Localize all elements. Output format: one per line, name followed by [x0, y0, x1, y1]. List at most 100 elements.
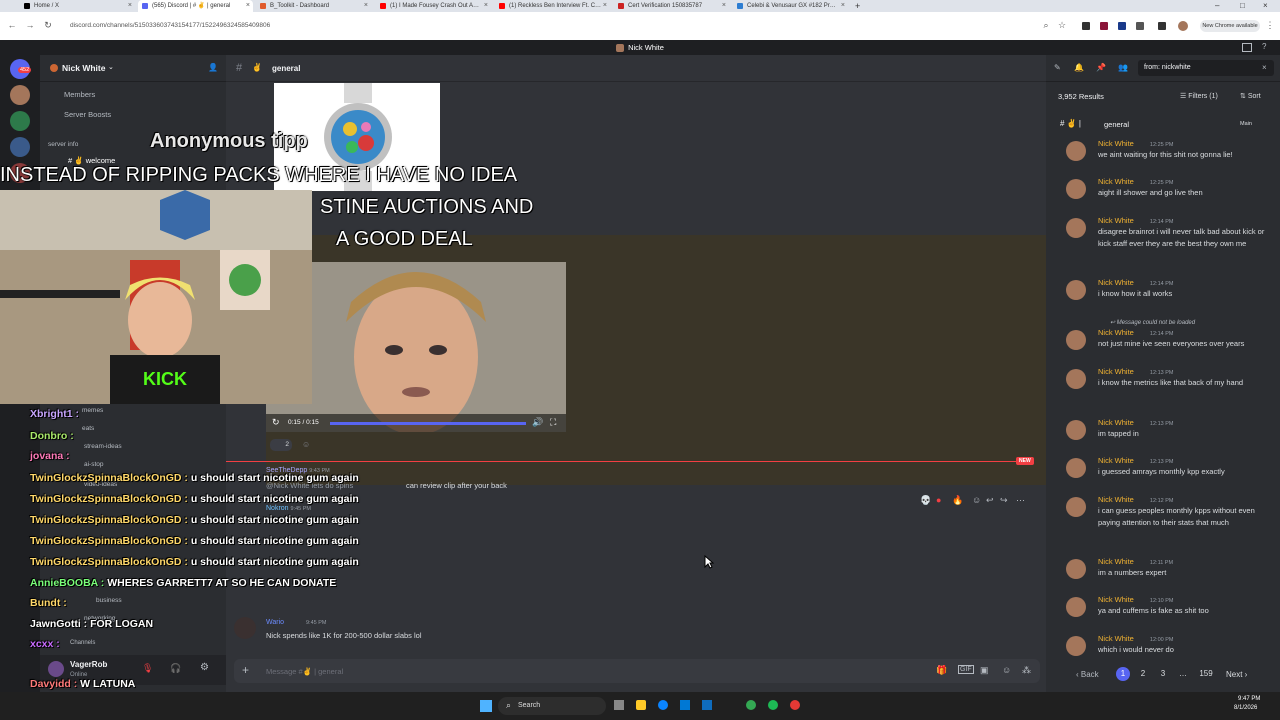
forward-icon[interactable]: ↪ [1000, 495, 1008, 506]
browser-tab[interactable]: Cert Verification 150835787 × [614, 0, 729, 12]
search-result-item[interactable]: Nick White 12:14 PM i know how it all wor… [1058, 278, 1270, 312]
sidebar-item-members[interactable]: Members [64, 90, 95, 99]
headphones-icon[interactable]: 🎧 [170, 663, 181, 674]
emoji-icon[interactable]: ☺ [1002, 665, 1011, 675]
sidebar-item-ai-stop[interactable]: ai-stop [84, 461, 104, 468]
back-arrow-icon[interactable]: ← [6, 18, 18, 32]
pagination-next[interactable]: Next › [1226, 670, 1247, 679]
browser-tab[interactable]: B_Toolkit - Dashboard × [256, 0, 371, 12]
gear-icon[interactable]: ⚙ [200, 662, 209, 673]
replay-icon[interactable]: ↻ [272, 417, 280, 428]
circle-emoji-icon[interactable]: ● [936, 495, 941, 505]
close-window-button[interactable]: × [1263, 0, 1268, 12]
avatar[interactable] [48, 661, 64, 677]
search-result-item[interactable]: Nick White 12:10 PM ya and cuffems is fak… [1058, 595, 1270, 629]
avatar[interactable] [1066, 369, 1086, 389]
edge-icon[interactable] [658, 700, 668, 710]
search-result-item[interactable]: Nick White 12:25 PM aight ill shower and … [1058, 177, 1270, 211]
skull-emoji-icon[interactable]: 💀 [920, 495, 931, 506]
browser-tab[interactable]: Celebi & Venusaur GX #182 Pr… × [733, 0, 848, 12]
extension-icon[interactable] [1118, 22, 1126, 30]
forward-arrow-icon[interactable]: → [24, 18, 36, 32]
star-icon[interactable]: ☆ [1056, 18, 1068, 32]
search-result-item[interactable]: Nick White 12:00 PM which i would never d… [1058, 634, 1270, 668]
members-icon[interactable]: 👥 [1118, 63, 1128, 72]
file-explorer-icon[interactable] [636, 700, 646, 710]
avatar[interactable] [1066, 330, 1086, 350]
avatar[interactable] [1066, 458, 1086, 478]
reply-icon[interactable]: ↩ [986, 495, 994, 506]
profile-avatar[interactable] [1178, 21, 1188, 31]
video-progress-bar[interactable] [330, 422, 526, 425]
taskbar-search-box[interactable]: ⌕ Search [498, 697, 606, 715]
browser-tab-active[interactable]: (565) Discord | # ✌ | general × [138, 0, 253, 12]
search-result-item[interactable]: Nick White 12:13 PM i know the metrics li… [1058, 367, 1270, 401]
help-icon[interactable]: ? [1262, 42, 1266, 51]
search-result-item[interactable]: Nick White 12:12 PM i can guess peoples m… [1058, 495, 1270, 529]
search-result-item[interactable]: Nick White 12:25 PM we aint waiting for t… [1058, 139, 1270, 173]
server-icon[interactable] [10, 111, 30, 131]
add-attachment-icon[interactable]: + [242, 663, 249, 677]
message-input-box[interactable]: + Message #✌ | general 🎁 GIF ▣ ☺ ⁂ [234, 659, 1040, 683]
sidebar-item-eats[interactable]: eats [82, 425, 94, 432]
avatar[interactable] [1066, 179, 1086, 199]
avatar[interactable] [1066, 597, 1086, 617]
menu-dots-icon[interactable]: ⋮ [1264, 18, 1276, 32]
sidebar-toggle-icon[interactable] [1158, 22, 1166, 30]
close-icon[interactable]: × [484, 0, 488, 12]
reload-icon[interactable]: ↻ [42, 18, 54, 32]
pagination-page[interactable]: 2 [1136, 667, 1150, 681]
add-reaction-icon[interactable]: ☺ [972, 495, 981, 505]
avatar[interactable] [1066, 141, 1086, 161]
reaction-pill[interactable]: 2 [270, 439, 292, 451]
close-icon[interactable]: × [603, 0, 607, 12]
fire-emoji-icon[interactable]: 🔥 [952, 495, 963, 506]
close-icon[interactable]: × [246, 0, 250, 12]
message-input[interactable]: Message #✌ | general [266, 667, 343, 676]
maximize-button[interactable]: □ [1240, 0, 1245, 12]
filters-button[interactable]: ☰ Filters (1) [1180, 92, 1218, 100]
search-result-item[interactable]: Nick White 12:13 PM im tapped in [1058, 418, 1270, 452]
pagination-back[interactable]: ‹ Back [1076, 670, 1099, 679]
pagination-page[interactable]: 3 [1156, 667, 1170, 681]
new-tab-button[interactable]: + [855, 0, 860, 12]
close-icon[interactable]: × [128, 0, 132, 12]
apps-icon[interactable]: ⁂ [1022, 665, 1031, 676]
chrome-icon[interactable] [746, 700, 756, 710]
bell-icon[interactable]: 🔔 [1074, 63, 1084, 72]
pagination-page[interactable]: 1 [1116, 667, 1130, 681]
avatar[interactable] [1066, 636, 1086, 656]
spotify-icon[interactable] [768, 700, 778, 710]
add-member-icon[interactable]: 👤 [208, 63, 218, 72]
url-field[interactable]: discord.com/channels/515033603743154177/… [70, 19, 1030, 33]
pin-icon[interactable]: 📌 [1096, 63, 1106, 72]
server-header[interactable]: Nick White ⌄ 👤 [40, 55, 226, 82]
gift-icon[interactable]: 🎁 [936, 665, 947, 676]
search-result-item[interactable]: Nick White 12:11 PM im a numbers expert [1058, 557, 1270, 591]
task-view-icon[interactable] [614, 700, 624, 710]
search-result-item[interactable]: Nick White 12:14 PM not just mine ive see… [1058, 328, 1270, 362]
mail-icon[interactable] [702, 700, 712, 710]
mute-icon[interactable]: 🎙 [142, 663, 153, 674]
avatar[interactable] [1066, 280, 1086, 300]
search-result-item[interactable]: Nick White 12:13 PM i guessed amrays mont… [1058, 456, 1270, 490]
close-icon[interactable]: × [364, 0, 368, 12]
server-icon[interactable] [10, 85, 30, 105]
avatar[interactable] [1066, 559, 1086, 579]
server-icon[interactable] [10, 137, 30, 157]
sidebar-item-business[interactable]: business [96, 597, 122, 604]
more-options-icon[interactable]: ⋯ [1016, 495, 1025, 506]
fullscreen-icon[interactable]: ⛶ [550, 417, 556, 428]
threads-icon[interactable]: ✎ [1054, 63, 1061, 72]
avatar[interactable] [1066, 420, 1086, 440]
result-channel-header[interactable]: # ✌ | general Main [1046, 119, 1280, 131]
sticker-icon[interactable]: ▣ [980, 665, 989, 676]
browser-tab[interactable]: (1) I Made Fousey Crash Out A… × [376, 0, 491, 12]
volume-icon[interactable]: 🔊 [532, 417, 543, 428]
sidebar-item-memes[interactable]: memes [82, 407, 103, 414]
sidebar-category-channels[interactable]: Channels [70, 640, 95, 646]
pagination-page[interactable]: 159 [1196, 667, 1216, 681]
search-icon[interactable]: ⌕ [1040, 18, 1052, 32]
sidebar-category-server-info[interactable]: server info [48, 141, 78, 148]
avatar[interactable] [1066, 218, 1086, 238]
